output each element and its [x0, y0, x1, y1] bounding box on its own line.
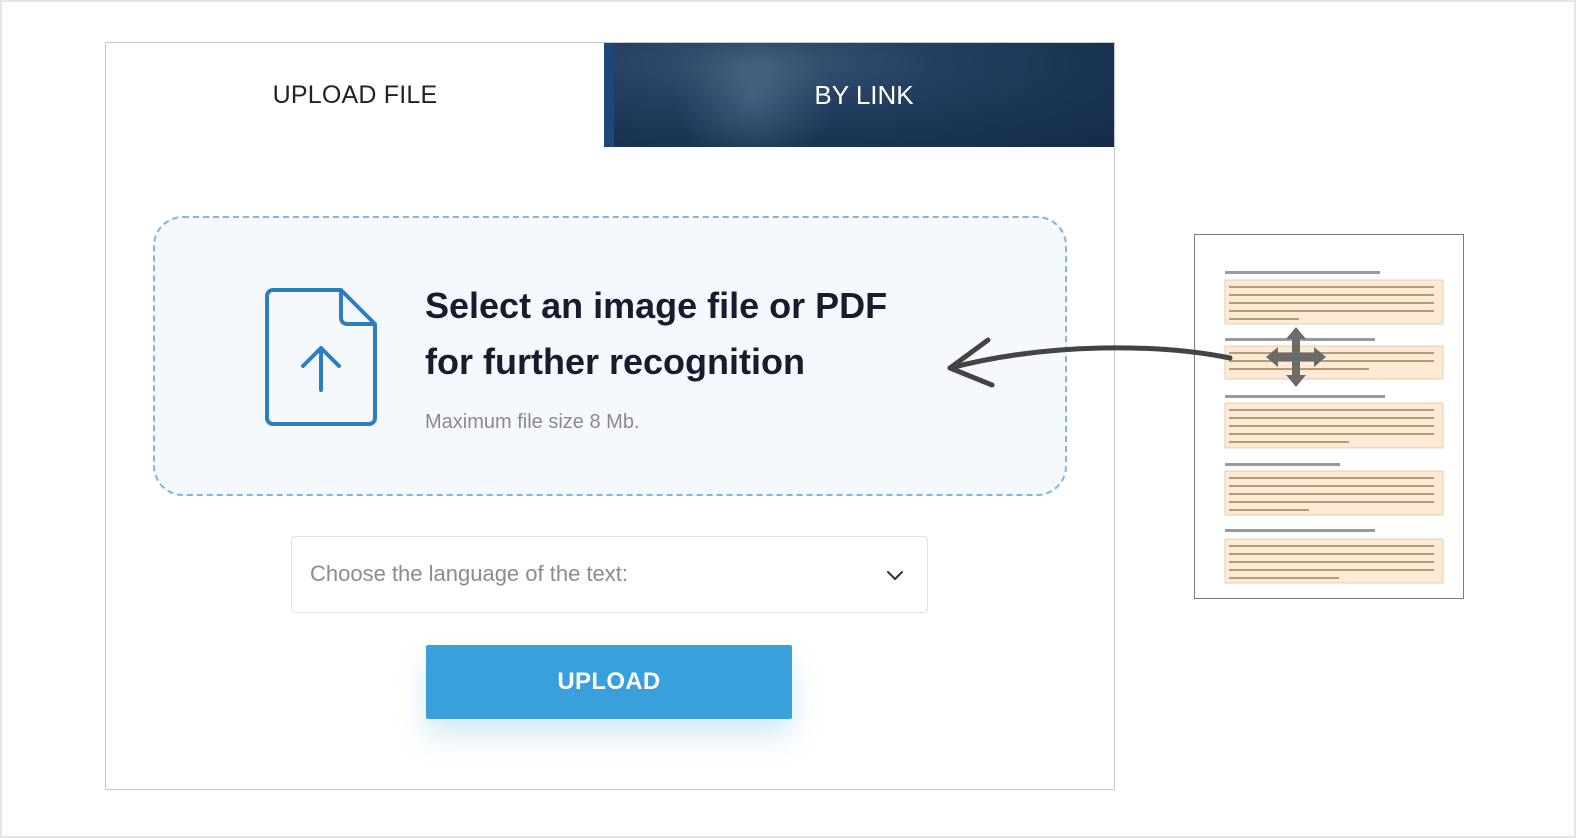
doc-text-line [1229, 286, 1434, 288]
file-upload-icon [265, 288, 377, 426]
doc-text-line [1229, 501, 1434, 503]
doc-text-line [1229, 441, 1349, 443]
doc-text-line [1229, 352, 1434, 354]
upload-button[interactable]: UPLOAD [426, 645, 792, 719]
doc-text-line [1229, 553, 1434, 555]
tab-upload-file[interactable]: UPLOAD FILE [106, 43, 604, 147]
move-icon-horizontal-bar [1276, 353, 1316, 361]
doc-highlight-block [1224, 345, 1444, 380]
doc-text-line [1229, 294, 1434, 296]
move-icon-arrow-left [1266, 347, 1278, 367]
tab-bar: UPLOAD FILE BY LINK [106, 43, 1114, 147]
chevron-down-icon [887, 571, 903, 580]
doc-text-line [1229, 409, 1434, 411]
doc-heading-line [1225, 395, 1385, 398]
doc-text-line [1229, 417, 1434, 419]
doc-text-line [1229, 493, 1434, 495]
dropzone-title-line2: for further recognition [425, 341, 805, 382]
doc-heading-line [1225, 463, 1340, 466]
curved-arrow-icon [947, 337, 1233, 388]
language-select-placeholder: Choose the language of the text: [310, 561, 629, 586]
language-select[interactable]: Choose the language of the text: [291, 536, 928, 613]
tab-by-link-label: BY LINK [814, 79, 914, 110]
doc-text-line [1229, 318, 1299, 320]
doc-text-line [1229, 577, 1339, 579]
document-preview[interactable] [1194, 234, 1464, 599]
doc-text-line [1229, 433, 1434, 435]
doc-text-line [1229, 425, 1434, 427]
tab-background-texture [674, 43, 834, 147]
doc-text-line [1229, 485, 1434, 487]
document-preview-graphic [1224, 271, 1444, 584]
doc-text-line [1229, 360, 1434, 362]
doc-heading-line [1225, 529, 1375, 532]
upload-card: UPLOAD FILE BY LINK Select an image file… [105, 42, 1115, 790]
doc-text-line [1229, 477, 1434, 479]
move-icon-arrow-down [1286, 375, 1306, 387]
file-dropzone[interactable]: Select an image file or PDF for further … [153, 216, 1067, 496]
doc-text-line [1229, 545, 1434, 547]
doc-text-line [1229, 509, 1309, 511]
doc-heading-line [1225, 271, 1380, 274]
max-file-size-note: Maximum file size 8 Mb. [425, 411, 640, 433]
doc-text-line [1229, 569, 1434, 571]
move-icon[interactable] [1266, 327, 1326, 387]
dropzone-title: Select an image file or PDF for further … [425, 278, 985, 390]
doc-text-line [1229, 310, 1434, 312]
move-icon-arrow-right [1314, 347, 1326, 367]
tab-by-link[interactable]: BY LINK [604, 43, 1114, 147]
dropzone-title-line1: Select an image file or PDF [425, 285, 888, 326]
doc-text-line [1229, 561, 1434, 563]
doc-text-line [1229, 302, 1434, 304]
move-icon-arrow-up [1286, 327, 1306, 339]
